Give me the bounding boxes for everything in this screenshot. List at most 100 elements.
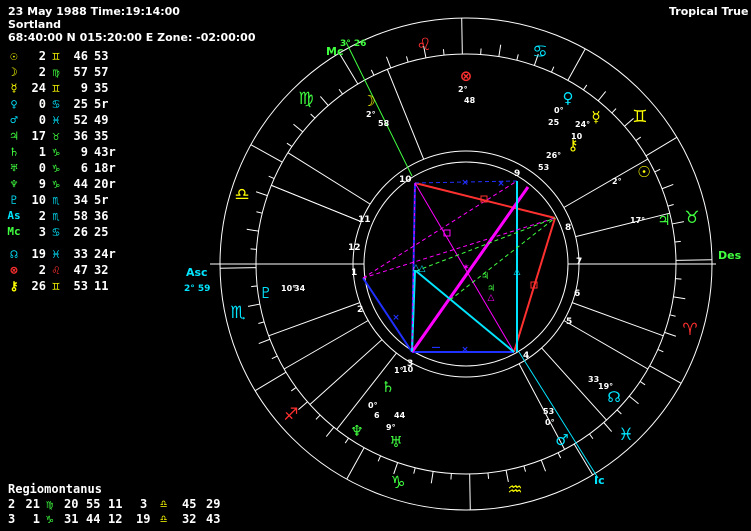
saturn-minutes: 10 — [402, 365, 414, 374]
uranus-minutes: 6 — [374, 411, 380, 420]
aspect-line — [410, 186, 530, 353]
virgo-icon: ♍ — [298, 89, 313, 109]
degree-tick — [286, 142, 293, 147]
uranus-icon: ♅ — [389, 433, 402, 451]
degree-tick — [290, 387, 297, 392]
house-number-6: 6 — [574, 289, 580, 299]
sign-boundary-line — [573, 443, 594, 476]
sign-boundary-line — [649, 365, 682, 384]
jupiter-icon: ♃ — [657, 211, 670, 229]
gemini-icon: ♊ — [632, 107, 647, 127]
house-number-1: 1 — [351, 268, 357, 278]
degree-tick — [370, 69, 375, 76]
aspect-glyph: ✶ — [462, 263, 470, 273]
house-cusp-line — [271, 184, 362, 223]
aries-icon: ♈ — [682, 320, 697, 340]
degree-tick — [298, 401, 308, 411]
degree-tick — [430, 471, 434, 484]
aspect-line — [513, 217, 556, 353]
degree-tick — [268, 175, 275, 180]
venus-icon: ♀ — [563, 89, 574, 107]
house-cusp-line — [563, 158, 649, 208]
degree-tick — [315, 414, 321, 420]
neptune-minutes: 44 — [394, 411, 406, 420]
aspect-line — [415, 270, 515, 353]
neptune-degree: 9° — [386, 423, 396, 432]
moon-degree: 2° — [366, 110, 376, 119]
house-number-9: 9 — [514, 169, 520, 179]
venus-degree: 0° — [554, 106, 564, 115]
sign-boundary-line — [346, 447, 365, 480]
degree-tick — [498, 44, 502, 57]
degree-tick — [251, 285, 258, 288]
taurus-icon: ♉ — [684, 208, 699, 228]
house-cusp-line — [283, 320, 369, 370]
leo-icon: ♌ — [416, 35, 431, 55]
degree-tick — [597, 91, 607, 102]
aspect-square-marker — [443, 229, 451, 237]
degree-tick — [258, 338, 271, 345]
aspect-glyph: △ — [488, 293, 495, 303]
aspect-glyph: △ — [514, 267, 521, 277]
degree-tick — [603, 422, 613, 432]
sun-icon: ☉ — [637, 163, 650, 181]
planet-marks: ⊗ ☽ ♀ ☿ ⚷ ☉ ♃ ♇ ♆ ♄ ♅ ☊ ♂ — [259, 67, 670, 451]
aquarius-icon: ♒ — [507, 480, 522, 500]
degree-tick — [583, 84, 588, 91]
degree-tick — [442, 49, 445, 56]
degree-tick — [523, 465, 527, 472]
degree-tick — [255, 191, 268, 197]
degree-tick — [405, 56, 409, 63]
aspect-line — [362, 277, 413, 353]
chiron-minutes: 53 — [538, 163, 549, 172]
house-number-2: 2 — [357, 305, 363, 315]
sagittarius-icon: ♐ — [283, 405, 298, 425]
aspect-line — [415, 217, 556, 272]
degree-tick — [661, 183, 674, 190]
degree-tick — [256, 211, 263, 214]
degree-tick — [246, 228, 259, 232]
degree-tick — [385, 56, 392, 69]
degree-tick — [487, 472, 490, 479]
part-of-fortune-icon: ⊗ — [460, 67, 473, 85]
mars-icon: ♂ — [555, 431, 568, 449]
degree-tick — [338, 88, 343, 95]
saturn-icon: ♄ — [381, 378, 394, 396]
degree-tick — [247, 303, 260, 307]
mercury-icon: ☿ — [591, 108, 600, 126]
pisces-icon: ♓ — [618, 425, 633, 445]
degree-tick — [293, 123, 304, 133]
mercury-minutes: 10 — [571, 132, 583, 141]
asc-label: Asc — [186, 266, 208, 279]
chiron-degree: 26° — [546, 151, 561, 160]
aspect-glyph: △ — [419, 264, 426, 274]
scorpio-icon: ♏ — [230, 303, 245, 323]
pluto-minutes: 34 — [294, 284, 306, 293]
degree-tick — [616, 409, 622, 415]
sign-boundary-line — [567, 48, 586, 81]
sign-boundary-line — [469, 473, 471, 510]
pluto-icon: ♇ — [259, 284, 272, 302]
house-cusp-line — [572, 302, 664, 337]
degree-tick — [672, 221, 685, 225]
sign-boundary-line — [254, 371, 287, 392]
house-number-10: 10 — [399, 175, 412, 185]
degree-tick — [669, 314, 676, 317]
aspect-line — [362, 180, 518, 279]
sun-degree: 2° — [612, 177, 622, 186]
sign-boundary-line — [461, 18, 463, 55]
ic-axis-line — [518, 351, 599, 479]
house-number-5: 5 — [566, 317, 572, 327]
degree-tick — [664, 331, 677, 337]
chart-wheel: 1 2 3 4 5 6 7 8 9 10 11 12 ♌ ♋ ♊ ♉ ♈ ♓ ♒… — [184, 17, 742, 511]
house-number-7: 7 — [576, 257, 582, 267]
sign-boundary-line — [220, 267, 257, 269]
house-number-4: 4 — [523, 351, 529, 361]
sign-boundary-line — [675, 259, 712, 261]
venus-minutes: 25 — [548, 118, 560, 127]
degree-tick — [540, 459, 547, 472]
mc-degree: 3° 26 — [340, 39, 366, 49]
aspect-glyph: × — [392, 313, 400, 323]
degree-tick — [325, 426, 335, 437]
degree-tick — [635, 136, 642, 141]
